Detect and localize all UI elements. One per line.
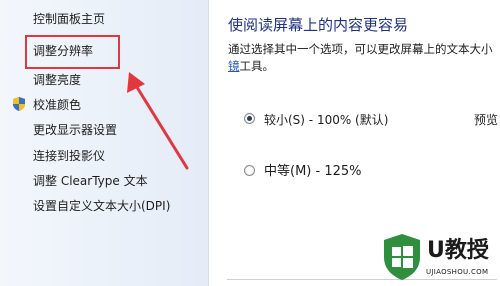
description-line-2: 工具。 (239, 59, 275, 73)
sidebar-item-adjust-cleartype[interactable]: 调整 ClearType 文本 (33, 174, 148, 188)
highlight-box (25, 35, 120, 69)
sidebar-item-connect-projector[interactable]: 连接到投影仪 (33, 149, 105, 163)
sidebar-item-change-display-settings[interactable]: 更改显示器设置 (33, 123, 117, 137)
page-title: 使阅读屏幕上的内容更容易 (228, 16, 409, 34)
watermark-brand: U教授 (427, 238, 489, 263)
windows-logo-icon (384, 234, 420, 280)
control-panel-home-link[interactable]: 控制面板主页 (33, 12, 105, 26)
radio-medium[interactable] (244, 165, 255, 176)
description: 通过选择其中一个选项，可以更改屏幕上的文本大小 镜工具。 (228, 41, 498, 75)
description-line-1: 通过选择其中一个选项，可以更改屏幕上的文本大小 (228, 42, 493, 56)
option-smaller-label: 较小(S) - 100% (默认) (264, 113, 389, 127)
preview-label: 预览 (474, 113, 499, 127)
sidebar-item-calibrate-color[interactable]: 校准颜色 (33, 98, 81, 112)
watermark-domain: UJIAOSHOU.COM (426, 268, 489, 276)
sidebar-item-custom-dpi[interactable]: 设置自定义文本大小(DPI) (33, 199, 170, 213)
radio-smaller[interactable] (244, 113, 255, 124)
option-medium-label: 中等(M) - 125% (264, 164, 362, 179)
magnifier-link[interactable]: 镜 (228, 59, 240, 73)
sidebar-item-adjust-brightness[interactable]: 调整亮度 (33, 73, 81, 87)
shield-icon (13, 97, 25, 111)
sidebar: 控制面板主页 调整分辨率 调整亮度 校准颜色 更改显示器设置 连接到投影仪 调整… (0, 0, 209, 286)
watermark: U教授 UJIAOSHOU.COM (377, 228, 500, 286)
